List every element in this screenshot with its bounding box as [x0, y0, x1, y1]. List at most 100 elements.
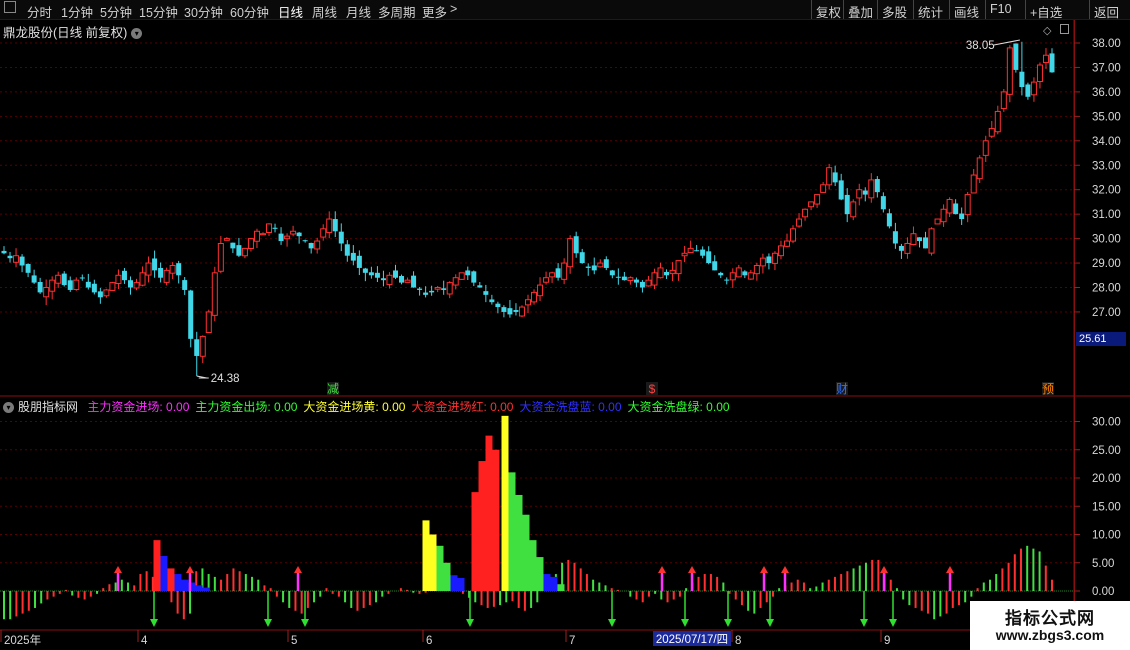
chevron-down-icon[interactable]: ▾ [3, 402, 14, 414]
candle-body-up [525, 299, 531, 306]
fund-flow-block [515, 494, 523, 591]
candle-body-down [718, 272, 724, 276]
candle-body-up [199, 335, 206, 357]
price-tick-label: 34.00 [1092, 136, 1121, 148]
candle-body-up [247, 238, 254, 249]
candle-body-down [591, 265, 597, 271]
candle-body-down [724, 279, 730, 281]
candle-body-up [747, 272, 754, 280]
fund-flow-block [422, 520, 430, 591]
candle-body-down [694, 250, 700, 252]
candle-body-up [988, 128, 995, 137]
last-price-badge: 25.61 [1076, 332, 1126, 346]
candle-body-up [777, 245, 784, 257]
candle-body-up [976, 157, 983, 180]
chart-canvas[interactable]: 38.00 37.00 36.00 35.00 34.00 33.00 32.00 31.00… [0, 0, 1130, 650]
date-label-3: 6 [426, 635, 432, 647]
fund-flow-block [181, 579, 189, 591]
candle-body-up [669, 269, 676, 275]
fund-flow-block [485, 435, 493, 591]
arrow-down-icon [150, 619, 158, 627]
candle-body-up [904, 242, 911, 254]
price-tick-label: 29.00 [1092, 258, 1121, 270]
fund-flow-block [529, 540, 537, 591]
arrow-up-icon [688, 566, 696, 573]
candle-body-down [380, 278, 386, 281]
candle-body-up [1042, 54, 1049, 64]
candle-body-down [700, 249, 706, 256]
candle-body-up [597, 262, 604, 268]
candle-body-down [1025, 84, 1031, 97]
cursor-date-label: 2025/07/17/四 [656, 634, 728, 646]
candle-body-down [495, 303, 501, 308]
candle-body-up [537, 284, 544, 297]
candle-body-up [452, 277, 459, 286]
candle-body-up [109, 282, 116, 291]
diamond-icon[interactable]: ◇ [1043, 24, 1051, 37]
candle-body-up [771, 252, 778, 264]
event-tag-0[interactable]: 减 [327, 382, 339, 396]
indicator-tick-label: 5.00 [1092, 558, 1114, 570]
candle-body-up [910, 233, 917, 246]
event-tag-1[interactable]: $ [649, 382, 656, 396]
candle-body-up [386, 274, 393, 286]
candle-body-down [441, 288, 447, 290]
candle-body-down [862, 190, 868, 195]
candle-body-up [970, 174, 977, 194]
candle-body-up [404, 279, 411, 283]
candle-body-down [61, 273, 67, 286]
arrow-down-icon [889, 619, 897, 627]
fund-flow-block [195, 585, 203, 591]
candle-body-down [19, 256, 25, 266]
candle-body-down [639, 281, 645, 288]
candle-body-up [133, 282, 140, 289]
arrow-up-icon [294, 566, 302, 573]
scroll-box-icon[interactable] [1060, 24, 1069, 34]
chevron-down-icon[interactable]: ▾ [131, 28, 143, 40]
candle-body-down [477, 285, 483, 288]
candle-body-down [127, 280, 133, 288]
fund-flow-block [436, 545, 444, 591]
candle-body-down [1049, 53, 1055, 73]
indicator-item-0: 主力资金进场: 0.00 [87, 400, 190, 414]
fund-flow-block [522, 514, 530, 591]
candle-body-up [567, 238, 574, 268]
arrow-down-icon [608, 619, 616, 627]
candle-body-down [121, 270, 127, 281]
candle-body-down [880, 196, 886, 210]
candle-body-up [13, 255, 20, 263]
price-tick-label: 35.00 [1092, 111, 1121, 123]
candle-body-up [681, 252, 688, 257]
fund-flow-block [508, 472, 516, 591]
indicator-name: 股朋指标网 [18, 400, 79, 414]
indicator-item-5: 大资金洗盘绿: 0.00 [627, 400, 730, 414]
candle-body-up [759, 257, 766, 267]
candle-body-up [826, 167, 833, 186]
event-tag-3[interactable]: 预 [1042, 382, 1054, 396]
arrow-up-icon [946, 566, 954, 573]
candle-body-up [802, 208, 809, 218]
indicator-item-3: 大资金进场红: 0.00 [411, 400, 514, 414]
candle-body-down [664, 271, 670, 276]
fund-flow-block [160, 555, 168, 591]
indicator-tick-label: 25.00 [1092, 445, 1121, 457]
candle-body-down [308, 242, 314, 249]
arrow-down-icon [301, 619, 309, 627]
candle-body-down [886, 213, 892, 227]
fund-flow-block [501, 415, 509, 591]
candle-body-up [163, 269, 170, 283]
arrow-up-icon [781, 566, 789, 573]
candle-body-up [259, 233, 266, 236]
candle-body-up [55, 274, 62, 284]
event-tag-2[interactable]: 财 [836, 382, 848, 396]
candle-body-up [934, 218, 941, 225]
candle-body-down [399, 275, 405, 283]
candle-body-down [483, 291, 489, 295]
date-label-1: 4 [141, 635, 148, 647]
candle-body-down [368, 272, 374, 276]
candle-body-down [356, 255, 362, 268]
candle-body-down [350, 252, 356, 261]
indicator-tick-label: 30.00 [1092, 417, 1121, 429]
candle-body-down [579, 252, 585, 264]
candle-body-down [296, 232, 302, 237]
